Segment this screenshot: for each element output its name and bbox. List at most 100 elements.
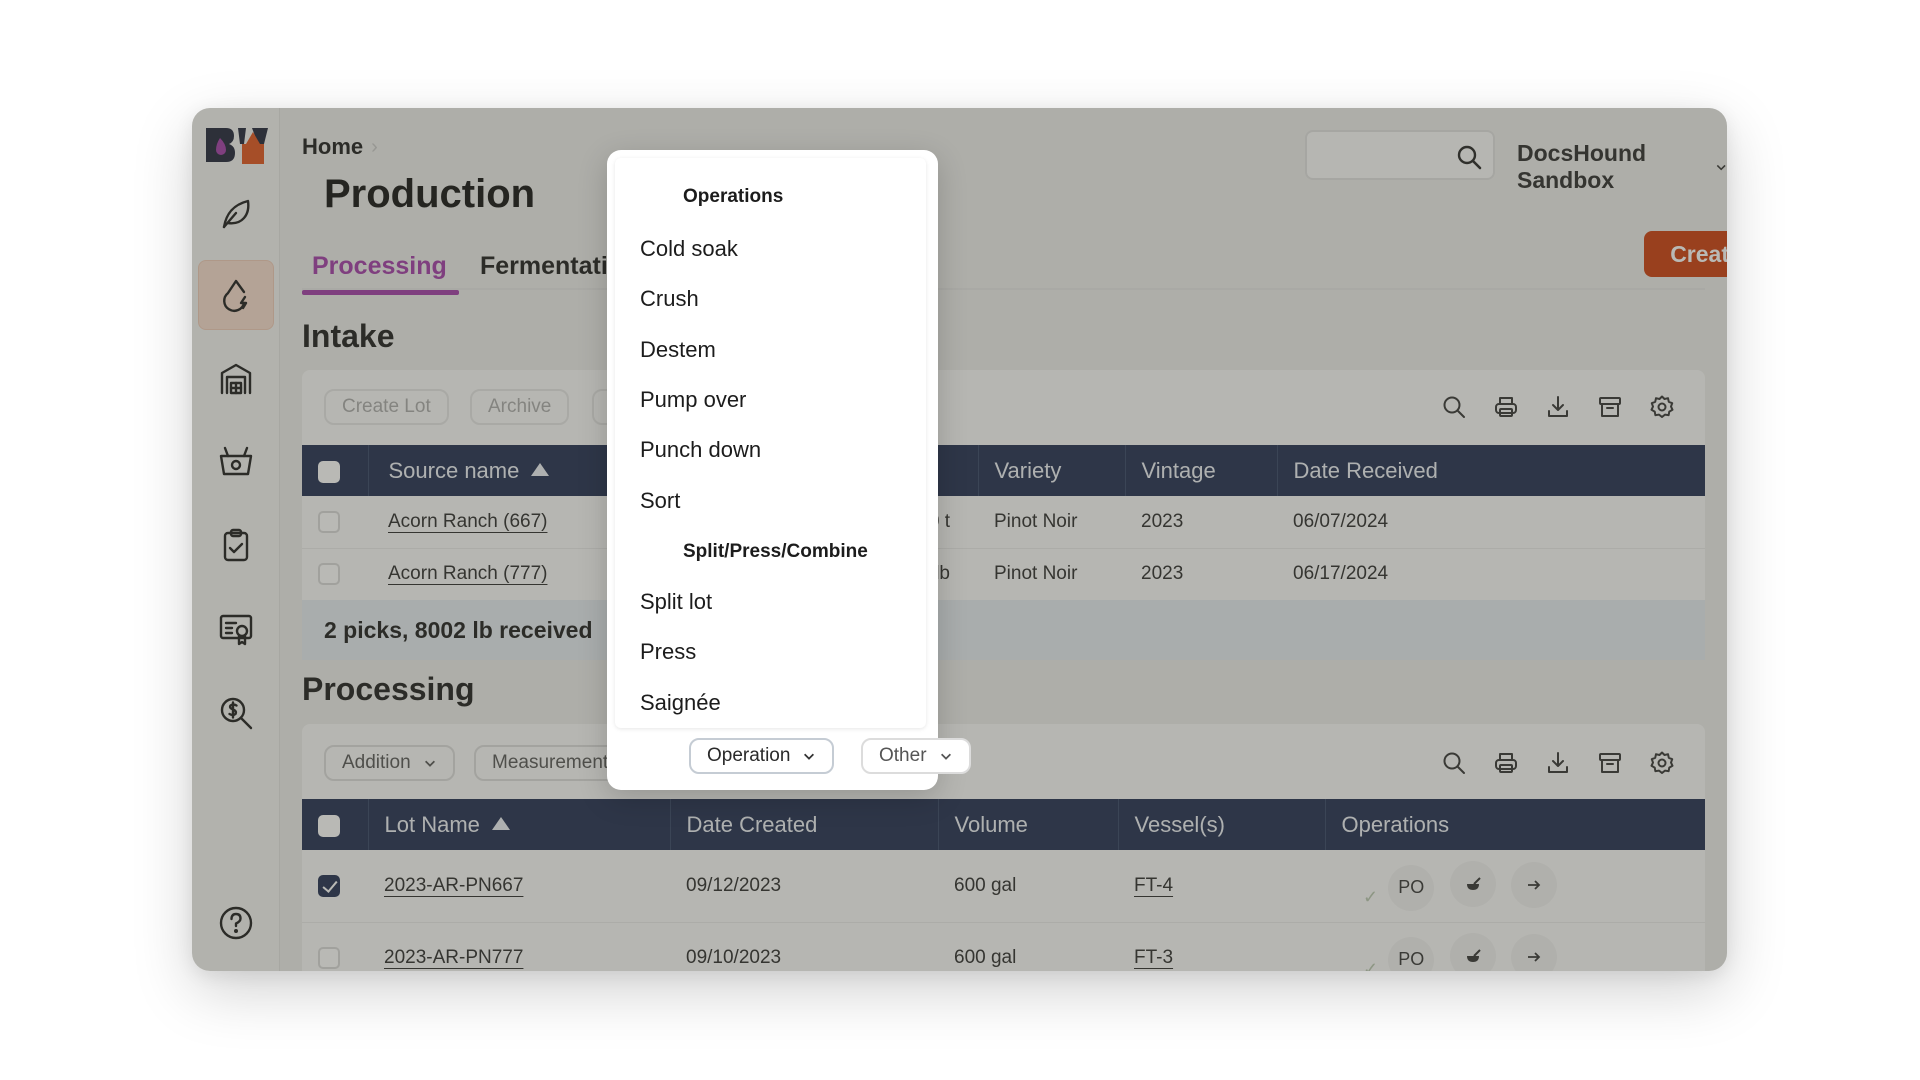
vessel-link[interactable]: FT-4 bbox=[1134, 875, 1173, 896]
table-settings-button[interactable] bbox=[1649, 750, 1675, 776]
menu-item-punch-down[interactable]: Punch down bbox=[640, 437, 761, 463]
certificate-icon bbox=[219, 614, 253, 646]
next-operation-button[interactable] bbox=[1510, 934, 1557, 971]
sidebar-item-vineyard[interactable] bbox=[198, 178, 274, 248]
processing-table: Lot Name Date Created Volume Vessel(s) O… bbox=[302, 799, 1705, 971]
main-content: Home › Production DocsHound Sandbox Proc… bbox=[280, 108, 1727, 971]
table-search-button[interactable] bbox=[1441, 394, 1467, 420]
menu-item-destem[interactable]: Destem bbox=[640, 337, 716, 363]
screen: Home › Production DocsHound Sandbox Proc… bbox=[0, 0, 1920, 1080]
date-received-cell: 06/17/2024 bbox=[1277, 548, 1705, 601]
menu-group-split-press-combine: Split/Press/Combine bbox=[683, 541, 868, 562]
download-button[interactable] bbox=[1545, 750, 1571, 776]
menu-item-saignee[interactable]: Saignée bbox=[640, 690, 721, 716]
archive-view-button[interactable] bbox=[1597, 394, 1623, 420]
column-header-vintage[interactable]: Vintage bbox=[1125, 445, 1278, 496]
vessel-cell: FT-3 bbox=[1118, 922, 1325, 971]
sidebar-item-tasks[interactable] bbox=[198, 510, 274, 580]
chevron-down-icon bbox=[940, 753, 951, 760]
archive-button[interactable]: Archive bbox=[470, 389, 570, 425]
menu-item-press[interactable]: Press bbox=[640, 639, 696, 665]
date-received-cell: 06/07/2024 bbox=[1277, 496, 1705, 549]
column-header-lot-name[interactable]: Lot Name bbox=[368, 799, 671, 850]
winery-building-icon bbox=[220, 363, 252, 395]
row-checkbox[interactable] bbox=[318, 874, 340, 897]
global-search-input[interactable] bbox=[1307, 132, 1447, 178]
search-icon[interactable] bbox=[1455, 143, 1483, 171]
breadcrumb-home[interactable]: Home bbox=[302, 134, 363, 160]
select-all-checkbox[interactable] bbox=[318, 460, 340, 483]
pump-over-button[interactable]: PO bbox=[1388, 864, 1435, 911]
breadcrumb: Home › bbox=[302, 134, 378, 160]
sidebar-item-winery[interactable] bbox=[198, 344, 274, 414]
sidebar-item-compliance[interactable] bbox=[198, 594, 274, 664]
gear-icon bbox=[1650, 395, 1674, 418]
punch-down-button[interactable] bbox=[1449, 861, 1496, 907]
vessel-link[interactable]: FT-3 bbox=[1134, 947, 1173, 968]
lot-link[interactable]: 2023-AR-PN777 bbox=[384, 947, 523, 968]
create-lot-button[interactable]: Create Lot bbox=[324, 389, 449, 425]
sidebar-item-production[interactable] bbox=[198, 260, 274, 330]
lot-link[interactable]: 2023-AR-PN667 bbox=[384, 875, 523, 896]
menu-item-cold-soak[interactable]: Cold soak bbox=[640, 236, 738, 262]
row-select-cell bbox=[302, 496, 368, 549]
punch-down-button[interactable] bbox=[1449, 933, 1496, 971]
global-search[interactable] bbox=[1305, 130, 1495, 180]
column-header-operations[interactable]: Operations bbox=[1325, 799, 1705, 850]
search-icon bbox=[1443, 752, 1465, 774]
table-settings-button[interactable] bbox=[1649, 394, 1675, 420]
table-row[interactable]: 2023-AR-PN667 09/12/2023 600 gal FT-4 ✓ … bbox=[302, 850, 1705, 923]
menu-item-sort[interactable]: Sort bbox=[640, 488, 680, 514]
print-button[interactable] bbox=[1493, 750, 1519, 776]
completed-check-icon: ✓ bbox=[1363, 887, 1379, 907]
source-link[interactable]: Acorn Ranch (667) bbox=[388, 511, 547, 532]
source-link[interactable]: Acorn Ranch (777) bbox=[388, 563, 547, 584]
app-logo[interactable] bbox=[204, 124, 270, 164]
select-all-checkbox[interactable] bbox=[318, 814, 340, 837]
table-row[interactable]: Acorn Ranch (667) 00 t Pinot Noir 2023 0… bbox=[302, 496, 1705, 549]
row-checkbox[interactable] bbox=[318, 562, 340, 585]
table-row[interactable]: 2023-AR-PN777 09/10/2023 600 gal FT-3 ✓ … bbox=[302, 922, 1705, 971]
chevron-down-icon bbox=[1716, 164, 1726, 171]
create-button[interactable]: Create bbox=[1644, 231, 1727, 277]
column-header-variety[interactable]: Variety bbox=[978, 445, 1126, 496]
intake-card: Create Lot Archive V Source name Availab bbox=[302, 370, 1705, 758]
chevron-down-icon bbox=[804, 753, 815, 760]
sidebar-item-harvest[interactable] bbox=[198, 426, 274, 496]
column-header-volume[interactable]: Volume bbox=[938, 799, 1119, 850]
download-button[interactable] bbox=[1545, 394, 1571, 420]
archive-view-button[interactable] bbox=[1597, 750, 1623, 776]
row-select-cell bbox=[302, 850, 368, 923]
download-icon bbox=[1548, 752, 1568, 773]
column-header-date-created[interactable]: Date Created bbox=[670, 799, 939, 850]
breadcrumb-separator-icon: › bbox=[371, 135, 378, 158]
date-created-cell: 09/12/2023 bbox=[670, 850, 938, 923]
table-row[interactable]: Acorn Ranch (777) 0 lb Pinot Noir 2023 0… bbox=[302, 548, 1705, 601]
processing-table-tools bbox=[1441, 750, 1675, 776]
tab-processing[interactable]: Processing bbox=[302, 252, 459, 295]
filter-operation[interactable]: Operation bbox=[689, 738, 835, 774]
chevron-down-icon bbox=[424, 760, 435, 767]
menu-item-pump-over[interactable]: Pump over bbox=[640, 387, 746, 413]
row-select-cell bbox=[302, 548, 368, 601]
menu-item-crush[interactable]: Crush bbox=[640, 286, 699, 312]
vintage-cell: 2023 bbox=[1125, 548, 1277, 601]
help-button[interactable] bbox=[198, 888, 274, 958]
menu-item-split-lot[interactable]: Split lot bbox=[640, 589, 712, 615]
archive-box-icon bbox=[1599, 397, 1621, 417]
row-checkbox[interactable] bbox=[318, 946, 340, 969]
row-checkbox[interactable] bbox=[318, 510, 340, 533]
sidebar-item-cost[interactable] bbox=[198, 678, 274, 748]
filter-addition[interactable]: Addition bbox=[324, 745, 455, 781]
tab-bar: Processing Fermentation bbox=[302, 238, 1705, 295]
org-switcher[interactable]: DocsHound Sandbox bbox=[1517, 140, 1727, 194]
pump-over-button[interactable]: PO bbox=[1388, 936, 1435, 971]
column-header-vessels[interactable]: Vessel(s) bbox=[1118, 799, 1326, 850]
filter-other[interactable]: Other bbox=[861, 738, 971, 774]
next-operation-button[interactable] bbox=[1510, 862, 1557, 908]
column-header-date-received[interactable]: Date Received bbox=[1277, 445, 1705, 496]
cost-search-icon bbox=[220, 697, 253, 730]
table-search-button[interactable] bbox=[1441, 750, 1467, 776]
print-button[interactable] bbox=[1493, 394, 1519, 420]
sort-ascending-icon bbox=[491, 816, 510, 830]
